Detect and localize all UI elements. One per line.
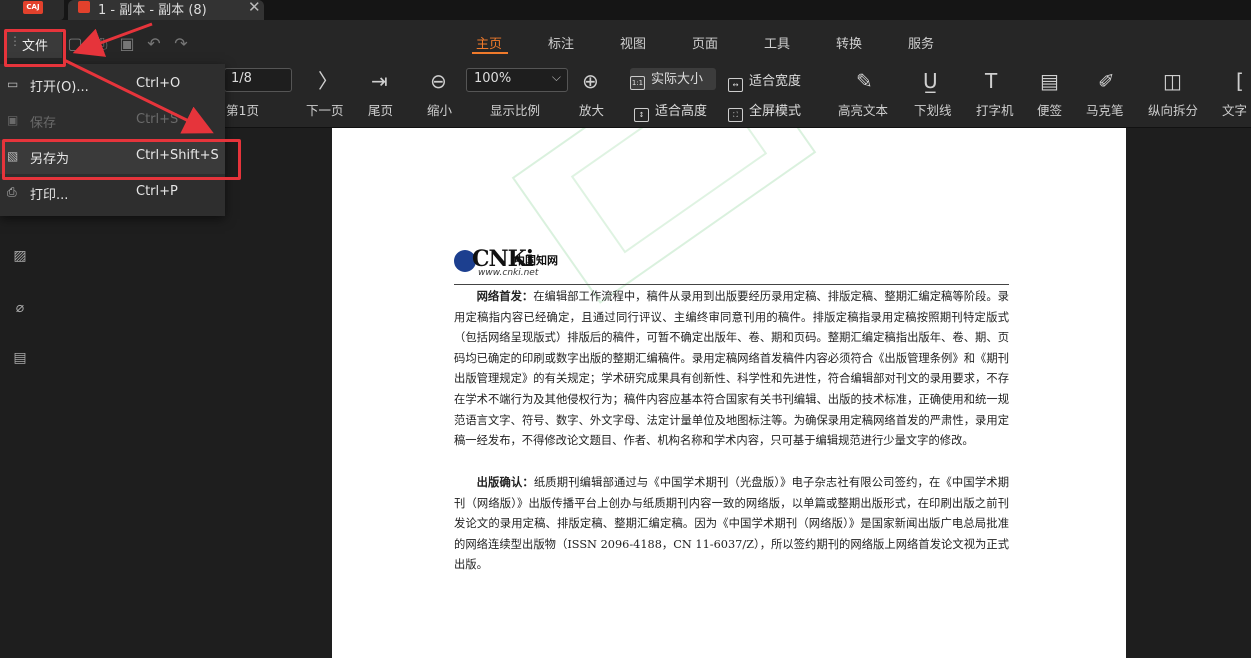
cnki-url: www.cnki.net	[478, 268, 539, 278]
note-label[interactable]: 便签	[1037, 100, 1062, 119]
marker-label[interactable]: 马克笔	[1086, 100, 1124, 119]
menu-item-open-label: 打开(O)...	[30, 80, 89, 95]
redo-icon[interactable]: ↷	[172, 35, 190, 53]
last-page-label[interactable]: 尾页	[368, 100, 393, 119]
fit-width-label: 适合宽度	[749, 74, 802, 89]
menu-item-save-label: 保存	[30, 116, 57, 131]
text-tool-icon[interactable]: [	[1236, 69, 1244, 93]
fullscreen-label: 全屏模式	[749, 104, 802, 119]
save-icon: ▣	[7, 113, 19, 127]
fit-height-button[interactable]: ↕ 适合高度	[634, 100, 707, 122]
zoom-in-icon[interactable]: ⊕	[582, 69, 599, 93]
menu-item-open[interactable]: ▭ 打开(O)... Ctrl+O	[0, 68, 225, 102]
next-page-icon[interactable]: 〉	[318, 69, 338, 93]
zoom-out-icon[interactable]: ⊖	[430, 69, 447, 93]
menu-item-print[interactable]: ⎙ 打印... Ctrl+P	[0, 176, 225, 210]
menu-bar: ⋮ 文件 ▢ ⎙ ▣ ↶ ↷ 主页 标注 视图 页面 工具 转换 服务	[0, 20, 1251, 64]
app-logo[interactable]: CAJ	[0, 0, 64, 20]
tab-tools[interactable]: 工具	[764, 33, 790, 52]
new-file-icon[interactable]: ▢	[66, 35, 84, 53]
fullscreen-button[interactable]: ⛶ 全屏模式	[728, 100, 801, 122]
split-vertical-icon[interactable]: ◫	[1163, 69, 1182, 93]
fit-width-button[interactable]: ↔ 适合宽度	[728, 70, 801, 92]
caj-logo-icon: CAJ	[23, 1, 43, 14]
document-icon[interactable]: ▤	[12, 350, 28, 366]
zoom-out-label[interactable]: 缩小	[427, 100, 452, 119]
split-vertical-label[interactable]: 纵向拆分	[1148, 100, 1198, 119]
menu-item-save[interactable]: ▣ 保存 Ctrl+S	[0, 104, 225, 138]
first-page-label[interactable]: 第1页	[226, 100, 259, 119]
zoom-ratio-label: 显示比例	[490, 103, 541, 118]
cnki-brand-cn: 中国知网	[514, 254, 558, 267]
save-icon[interactable]: ▣	[118, 35, 136, 53]
paragraph-online-first-lead: 网络首发：	[476, 289, 534, 303]
fit-height-icon: ↕	[634, 108, 649, 122]
print-icon[interactable]: ⎙	[92, 35, 110, 53]
paragraph-online-first-body: 在编辑部工作流程中，稿件从录用到出版要经历录用定稿、排版定稿、整期汇编定稿等阶段…	[454, 290, 1009, 448]
paragraph-online-first: 网络首发：在编辑部工作流程中，稿件从录用到出版要经历录用定稿、排版定稿、整期汇编…	[454, 286, 1009, 452]
fit-height-label: 适合高度	[655, 104, 708, 119]
tab-page[interactable]: 页面	[692, 33, 718, 52]
title-tab-bar: CAJ 1 - 副本 - 副本 (8) ✕	[0, 0, 1251, 20]
document-type-icon	[78, 1, 90, 13]
paragraph-publication-confirm-lead: 出版确认：	[476, 475, 534, 489]
cnki-logo: CNKi 中国知网 www.cnki.net	[454, 246, 594, 280]
actual-size-icon: 1:1	[630, 76, 645, 90]
highlight-label[interactable]: 高亮文本	[838, 100, 888, 119]
undo-icon[interactable]: ↶	[145, 35, 163, 53]
page-number-input[interactable]: 1/8	[224, 68, 292, 92]
print-icon: ⎙	[7, 185, 17, 199]
menu-item-print-shortcut: Ctrl+P	[136, 184, 178, 199]
highlight-icon[interactable]: ✎	[856, 69, 873, 93]
last-page-icon[interactable]: ⇥	[371, 69, 388, 93]
zoom-value: 100%	[474, 71, 512, 86]
active-tab-underline	[472, 52, 508, 54]
fit-width-icon: ↔	[728, 78, 743, 92]
menu-item-open-shortcut: Ctrl+O	[136, 76, 181, 91]
actual-size-label: 实际大小	[651, 72, 704, 87]
attachment-icon[interactable]: ⌀	[12, 300, 28, 316]
typewriter-icon[interactable]: T	[985, 69, 997, 93]
tab-home[interactable]: 主页	[476, 33, 502, 52]
next-page-label[interactable]: 下一页	[306, 100, 344, 119]
paragraph-publication-confirm-body: 纸质期刊编辑部通过与《中国学术期刊（光盘版）》电子杂志社有限公司签约，在《中国学…	[454, 476, 1009, 572]
close-tab-icon[interactable]: ✕	[248, 0, 261, 16]
underline-icon[interactable]: U̲	[923, 69, 938, 93]
zoom-select[interactable]: 100% ⌵	[466, 68, 568, 92]
tab-convert[interactable]: 转换	[836, 33, 862, 52]
annotation-box-file	[4, 29, 66, 67]
document-tab[interactable]: 1 - 副本 - 副本 (8) ✕	[68, 0, 264, 20]
note-icon[interactable]: ▤	[1040, 69, 1059, 93]
fullscreen-icon: ⛶	[728, 108, 743, 122]
page-number-value: 1/8	[231, 71, 252, 86]
folder-open-icon: ▭	[7, 77, 19, 91]
marker-icon[interactable]: ✐	[1098, 69, 1115, 93]
paragraph-publication-confirm: 出版确认：纸质期刊编辑部通过与《中国学术期刊（光盘版）》电子杂志社有限公司签约，…	[454, 472, 1009, 576]
menu-item-save-shortcut: Ctrl+S	[136, 112, 179, 127]
tab-annotate[interactable]: 标注	[548, 33, 574, 52]
menu-item-print-label: 打印...	[30, 188, 69, 203]
text-tool-label[interactable]: 文字	[1222, 100, 1247, 119]
header-rule	[454, 284, 1009, 285]
typewriter-label[interactable]: 打字机	[976, 100, 1014, 119]
annotation-box-save-as	[2, 139, 241, 180]
document-tab-title: 1 - 副本 - 副本 (8)	[98, 3, 207, 18]
document-page: CNKi 中国知网 www.cnki.net 网络首发：在编辑部工作流程中，稿件…	[332, 128, 1126, 658]
actual-size-button[interactable]: 1:1 实际大小	[630, 68, 716, 90]
tab-view[interactable]: 视图	[620, 33, 646, 52]
underline-label[interactable]: 下划线	[914, 100, 952, 119]
image-icon[interactable]: ▨	[12, 248, 28, 264]
tab-service[interactable]: 服务	[908, 33, 934, 52]
chevron-down-icon: ⌵	[551, 70, 561, 84]
zoom-in-label[interactable]: 放大	[579, 100, 604, 119]
